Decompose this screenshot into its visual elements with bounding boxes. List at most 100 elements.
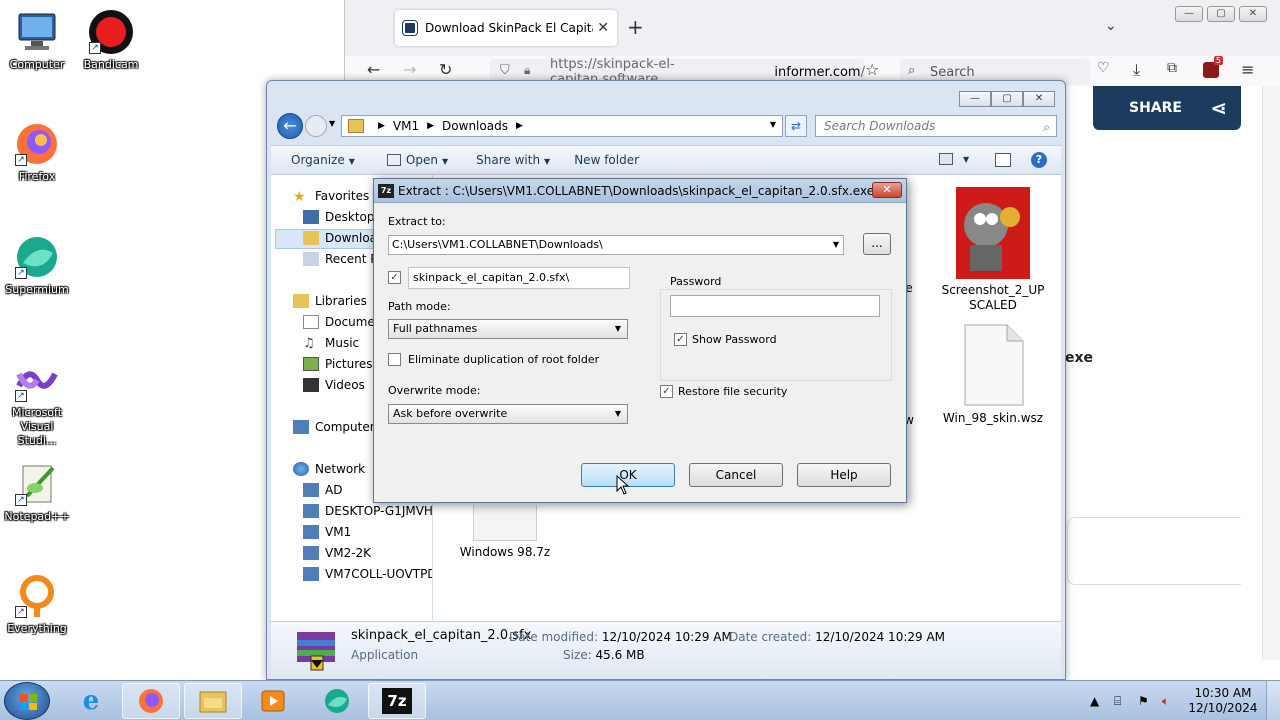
address-breadcrumb[interactable]: ▶ VM1 ▶ Downloads ▶ ▼	[341, 115, 783, 137]
back-arrow-icon[interactable]: ←	[277, 113, 303, 139]
list-tabs-chevron-icon[interactable]: ⌄	[1105, 18, 1117, 34]
browser-tab-active[interactable]: Download SkinPack El Capitan ✕	[395, 10, 617, 46]
show-desktop-button[interactable]	[1266, 681, 1280, 720]
refresh-icon[interactable]: ⇄	[785, 115, 807, 137]
organize-button[interactable]: Organize ▼	[271, 153, 365, 167]
lock-icon[interactable]: 🔒︎	[524, 63, 530, 78]
close-icon[interactable]: ✕	[1239, 6, 1267, 22]
minimize-icon[interactable]: —	[959, 91, 991, 107]
nav-network-vm7[interactable]: VM7COLL-UOVTPDA	[303, 567, 432, 581]
tracking-shield-icon[interactable]: ⛉	[500, 63, 510, 78]
reload-icon[interactable]: ↻	[439, 60, 452, 79]
file-windows98-7z[interactable]: Windows 98.7z	[453, 505, 557, 559]
close-tab-icon[interactable]: ✕	[597, 20, 609, 36]
forward-arrow-icon[interactable]	[305, 115, 327, 137]
nav-pictures[interactable]: Pictures	[303, 357, 373, 371]
show-password-checkbox[interactable]: ✓	[674, 333, 687, 346]
desktop-icon-firefox[interactable]: ↗ Firefox	[0, 120, 74, 184]
breadcrumb-separator-icon[interactable]: ▶	[516, 121, 523, 131]
ublock-icon[interactable]: 5	[1203, 56, 1223, 78]
desktop-icon-notepad-plus-plus[interactable]: ↗ Notepad++	[0, 460, 74, 524]
nav-network[interactable]: Network	[293, 462, 365, 476]
new-folder-button[interactable]: New folder	[560, 153, 649, 167]
nav-favorites[interactable]: ★ Favorites	[293, 189, 369, 205]
desktop-icon-supermium[interactable]: ↗ Supermium	[0, 233, 74, 297]
breadcrumb-separator-icon[interactable]: ▶	[427, 121, 434, 131]
desktop-icon-computer[interactable]: Computer	[0, 8, 74, 72]
page-scrollbar[interactable]	[1262, 86, 1280, 660]
password-input[interactable]	[670, 295, 880, 317]
restore-security-label[interactable]: Restore file security	[678, 385, 787, 398]
start-button[interactable]	[4, 682, 50, 720]
taskbar-explorer[interactable]	[184, 683, 242, 719]
restore-security-checkbox[interactable]: ✓	[660, 385, 673, 398]
path-mode-select[interactable]: Full pathnames ▼	[388, 319, 628, 339]
file-screenshot[interactable]: Screenshot_2_UP SCALED	[935, 187, 1051, 313]
extensions-icon[interactable]: ⧉	[1167, 60, 1177, 76]
share-button[interactable]: SHARE ⋖	[1093, 86, 1241, 130]
nav-desktop[interactable]: Desktop	[303, 210, 375, 224]
nav-libraries[interactable]: Libraries	[293, 294, 367, 308]
taskbar-firefox[interactable]	[122, 683, 180, 719]
file-win98-skin[interactable]: Win_98_skin.wsz	[935, 323, 1051, 425]
subfolder-checkbox[interactable]: ✓	[388, 271, 401, 284]
show-hidden-icons-icon[interactable]: ▲	[1090, 694, 1106, 708]
menu-hamburger-icon[interactable]: ≡	[1241, 60, 1254, 79]
bookmark-star-icon[interactable]: ☆	[865, 60, 879, 79]
taskbar-7zip[interactable]: 7z	[368, 683, 426, 719]
back-icon[interactable]: ←	[367, 60, 380, 79]
nav-music[interactable]: ♫ Music	[303, 336, 359, 351]
eliminate-duplication-checkbox[interactable]	[388, 353, 401, 366]
network-tray-icon[interactable]: ⌸	[1114, 694, 1130, 708]
subfolder-input[interactable]: skinpack_el_capitan_2.0.sfx\	[408, 267, 630, 289]
address-dropdown-icon[interactable]: ▼	[770, 120, 776, 129]
view-options-chevron-icon[interactable]: ▼	[963, 155, 969, 164]
combobox-dropdown-icon[interactable]: ▼	[833, 236, 839, 254]
desktop-icon-visual-studio[interactable]: ↗ Microsoft Visual Studi...	[0, 356, 74, 448]
extract-to-combobox[interactable]: C:\Users\VM1.COLLABNET\Downloads\ ▼	[388, 235, 844, 255]
taskbar-media-player[interactable]	[244, 683, 302, 719]
minimize-icon[interactable]: —	[1175, 6, 1203, 22]
nav-network-vm1[interactable]: VM1	[303, 525, 351, 539]
help-icon[interactable]: ?	[1031, 152, 1047, 168]
taskbar-supermium[interactable]	[308, 683, 366, 719]
nav-network-ad[interactable]: AD	[303, 483, 342, 497]
volume-muted-icon[interactable]: 🔈︎	[1162, 694, 1178, 708]
maximize-icon[interactable]: ▢	[1207, 6, 1235, 22]
breadcrumb-separator-icon[interactable]: ▶	[378, 121, 385, 131]
pocket-icon[interactable]: ♡	[1097, 60, 1110, 76]
browse-button[interactable]: ...	[863, 233, 891, 255]
taskbar-internet-explorer[interactable]: e	[62, 683, 120, 719]
desktop-icon-everything[interactable]: ↗ Everything	[0, 572, 74, 636]
show-password-label[interactable]: Show Password	[692, 333, 777, 346]
maximize-icon[interactable]: ▢	[991, 91, 1023, 107]
nav-videos[interactable]: Videos	[303, 378, 365, 392]
breadcrumb-vm1[interactable]: VM1	[393, 119, 419, 133]
dialog-titlebar[interactable]: 7z Extract : C:\Users\VM1.COLLABNET\Down…	[374, 179, 906, 203]
nav-network-desktop[interactable]: DESKTOP-G1JMVHA	[303, 504, 432, 518]
nav-network-vm2[interactable]: VM2-2K	[303, 546, 371, 560]
explorer-titlebar[interactable]: — ▢ ✕	[267, 81, 1065, 113]
desktop-icon-bandicam[interactable]: ↗ Bandicam	[74, 8, 148, 72]
overwrite-mode-select[interactable]: Ask before overwrite ▼	[388, 404, 628, 424]
nav-computer[interactable]: Computer	[293, 420, 375, 434]
clock[interactable]: 10:30 AM 12/10/2024	[1186, 686, 1260, 716]
downloads-icon[interactable]: ⤓	[1133, 60, 1140, 80]
eliminate-duplication-label[interactable]: Eliminate duplication of root folder	[408, 353, 599, 366]
breadcrumb-downloads[interactable]: Downloads	[442, 119, 508, 133]
dialog-close-button[interactable]: ✕	[872, 182, 902, 198]
recent-pages-chevron-icon[interactable]: ▼	[329, 119, 335, 128]
shortcut-arrow-icon: ↗	[15, 267, 27, 279]
new-tab-icon[interactable]: +	[627, 15, 644, 39]
share-with-button[interactable]: Share with ▼	[458, 153, 560, 167]
close-icon[interactable]: ✕	[1023, 91, 1055, 107]
change-view-icon[interactable]	[939, 153, 953, 165]
cancel-button[interactable]: Cancel	[689, 463, 783, 487]
help-button[interactable]: Help	[797, 463, 891, 487]
forward-icon[interactable]: →	[403, 60, 416, 79]
preview-pane-icon[interactable]	[995, 153, 1011, 167]
open-button[interactable]: Open ▼	[365, 153, 458, 167]
action-center-flag-icon[interactable]: ⚑	[1138, 694, 1154, 708]
shortcut-arrow-icon: ↗	[15, 390, 27, 402]
search-downloads-input[interactable]: Search Downloads ⌕	[815, 115, 1057, 137]
